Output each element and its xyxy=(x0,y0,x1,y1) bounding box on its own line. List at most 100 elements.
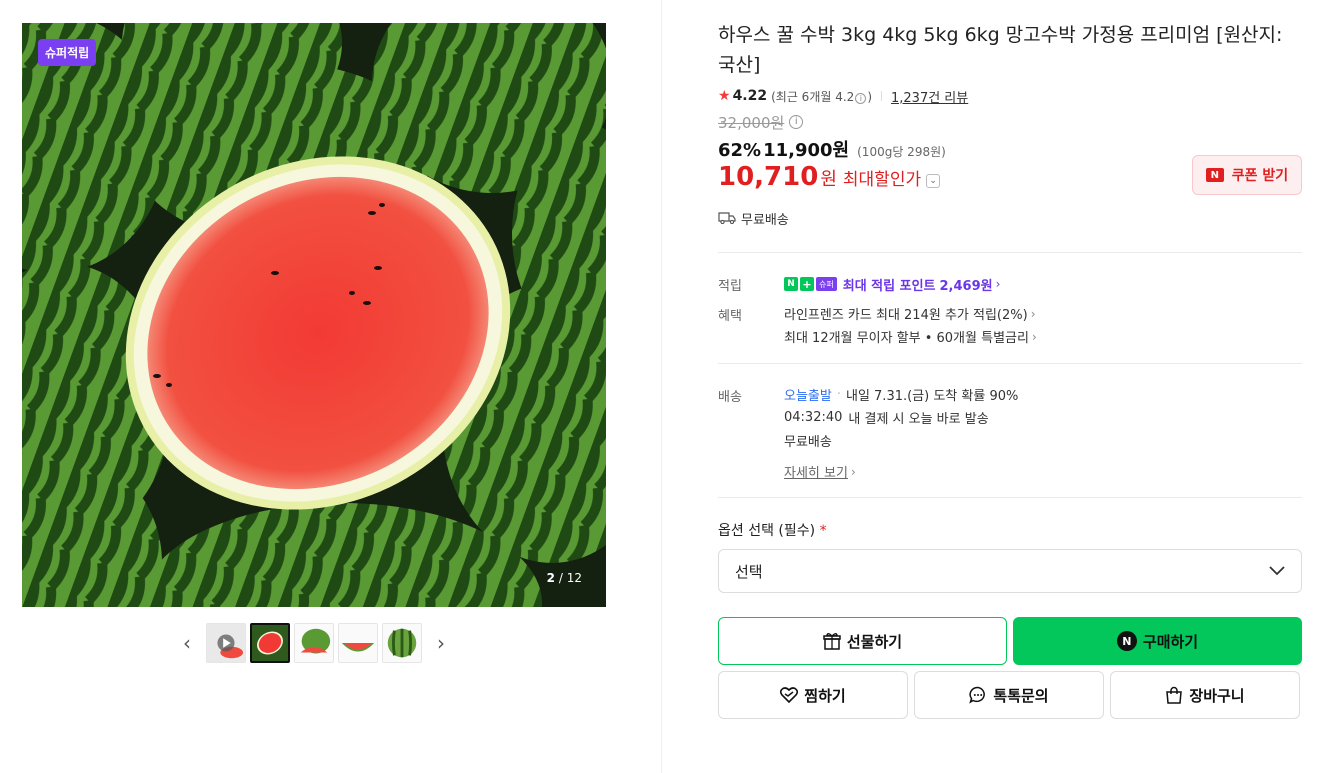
perk-card-points-text: 라인프렌즈 카드 최대 214원 추가 적립(2%) xyxy=(784,308,1028,323)
option-select[interactable]: 선택 xyxy=(718,549,1302,593)
talktalk-button-label: 톡톡문의 xyxy=(993,686,1049,705)
max-discount-label: 최대할인가 xyxy=(842,170,922,190)
naver-plus-badges: N + 슈퍼 xyxy=(784,277,837,291)
thumbnail-prev-button[interactable]: ‹ xyxy=(172,623,202,663)
required-mark: * xyxy=(819,523,827,539)
wishlist-button-label: 찜하기 xyxy=(804,686,846,705)
section-divider xyxy=(718,497,1302,498)
delivery-detail-link[interactable]: 자세히 보기 xyxy=(784,462,848,481)
max-points-link[interactable]: 최대 적립 포인트 xyxy=(843,275,936,294)
shopping-bag-icon xyxy=(1166,686,1183,704)
recent-rating-close: ) xyxy=(867,89,872,104)
countdown-text: 내 결제 시 오늘 바로 발송 xyxy=(848,412,989,427)
star-icon: ★ xyxy=(718,88,731,104)
coupon-button-label: 쿠폰 받기 xyxy=(1231,168,1289,184)
thumbnail-2[interactable] xyxy=(250,623,290,663)
points-section: 적립 N + 슈퍼 최대 적립 포인트 2,469원 › xyxy=(718,275,1302,294)
wishlist-button[interactable]: 찜하기 xyxy=(718,671,908,719)
chevron-down-icon[interactable]: ⌄ xyxy=(926,174,941,188)
delivery-arrival-line: 오늘출발 · 내일 7.31.(금) 도착 확률 90% xyxy=(784,383,1302,406)
perk-installment-text: 최대 12개월 무이자 할부 • 60개월 특별금리 xyxy=(784,331,1029,346)
dot-separator: · xyxy=(836,387,841,402)
chevron-right-icon[interactable]: › xyxy=(996,277,1001,291)
watermelon-image xyxy=(22,23,606,607)
super-points-badge: 슈퍼적립 xyxy=(38,39,97,66)
chevron-right-icon: › xyxy=(850,464,856,479)
shipping-row: 무료배송 xyxy=(718,208,1302,228)
gift-button-label: 선물하기 xyxy=(846,632,903,651)
watermelon-thumbnail-icon xyxy=(252,625,288,661)
delivery-detail-row: 자세히 보기 › xyxy=(784,460,1302,483)
thumbnail-video[interactable] xyxy=(206,623,246,663)
image-counter-total: / 12 xyxy=(558,571,582,585)
coupon-button[interactable]: N 쿠폰 받기 xyxy=(1192,155,1302,195)
section-divider xyxy=(718,252,1302,253)
original-price-row: 32,000원 i xyxy=(718,111,1302,133)
perk-card-points[interactable]: 라인프렌즈 카드 최대 214원 추가 적립(2%) › xyxy=(784,302,1302,325)
watermelon-thumbnail-icon xyxy=(295,624,333,662)
gift-button[interactable]: 선물하기 xyxy=(718,617,1007,665)
naver-n-icon: N xyxy=(1116,631,1137,651)
super-badge: 슈퍼 xyxy=(816,277,837,291)
cart-button-label: 장바구니 xyxy=(1189,686,1245,705)
heart-icon xyxy=(780,687,799,703)
chevron-right-icon: › xyxy=(1030,306,1036,321)
thumbnail-next-button[interactable]: › xyxy=(426,623,456,663)
section-divider xyxy=(718,363,1302,364)
plus-icon: + xyxy=(800,277,814,291)
sale-price: 11,900원 xyxy=(763,140,850,161)
column-divider xyxy=(661,0,662,773)
dispatch-countdown: 04:32:40 xyxy=(784,410,843,425)
shipping-text: 무료배송 xyxy=(741,212,789,228)
thumbnail-4[interactable] xyxy=(338,623,378,663)
watermelon-thumbnail-icon xyxy=(339,624,377,662)
video-thumbnail-icon xyxy=(207,624,245,662)
rating-row: ★ 4.22 (최근 6개월 4.2 i) 1,237건 리뷰 xyxy=(718,85,1302,107)
gift-icon xyxy=(823,633,841,650)
product-title: 하우스 꿀 수박 3kg 4kg 5kg 6kg 망고수박 가정용 프리미엄 [… xyxy=(718,24,1283,76)
buy-button-label: 구매하기 xyxy=(1142,632,1199,651)
thumbnail-5[interactable] xyxy=(382,623,422,663)
discount-percent: 62% xyxy=(718,140,762,161)
option-label: 옵션 선택 (필수) * xyxy=(718,520,1302,540)
recent-rating-text: (최근 6개월 4.2 xyxy=(771,89,855,104)
unit-price: (100g당 298원) xyxy=(857,145,946,159)
buy-button[interactable]: N 구매하기 xyxy=(1013,617,1302,665)
chevron-down-icon xyxy=(1269,566,1285,576)
arrival-estimate: 내일 7.31.(금) 도착 확률 90% xyxy=(845,389,1019,404)
free-shipping-line: 무료배송 xyxy=(784,435,832,450)
perk-installment[interactable]: 최대 12개월 무이자 할부 • 60개월 특별금리 › xyxy=(784,325,1302,348)
main-product-image[interactable]: 슈퍼적립 2 / 12 xyxy=(22,23,606,607)
max-discount-won: 원 xyxy=(820,169,837,190)
recent-rating: (최근 6개월 4.2 i) xyxy=(771,88,872,105)
secondary-actions: 찜하기 톡톡문의 장바구니 xyxy=(718,671,1302,719)
review-count-link[interactable]: 1,237건 리뷰 xyxy=(891,87,968,106)
original-price: 32,000원 xyxy=(718,113,785,132)
perks-section: 혜택 라인프렌즈 카드 최대 214원 추가 적립(2%) › 최대 12개월 … xyxy=(718,302,1302,348)
delivery-section: 배송 오늘출발 · 내일 7.31.(금) 도착 확률 90% 04:32:40… xyxy=(718,383,1302,483)
image-counter: 2 / 12 xyxy=(547,571,582,585)
info-icon[interactable]: i xyxy=(789,115,804,129)
naver-n-icon: N xyxy=(1205,168,1224,182)
chevron-right-icon: › xyxy=(1031,329,1037,344)
info-icon[interactable]: i xyxy=(855,92,867,104)
option-select-value: 선택 xyxy=(735,562,763,581)
product-gallery: 슈퍼적립 2 / 12 ‹ › xyxy=(22,23,606,663)
chat-bubble-icon xyxy=(969,686,986,704)
thumbnail-3[interactable] xyxy=(294,623,334,663)
countdown-line: 04:32:40 내 결제 시 오늘 바로 발송 xyxy=(784,406,1302,429)
today-dispatch-label: 오늘출발 xyxy=(784,389,832,404)
talktalk-button[interactable]: 톡톡문의 xyxy=(914,671,1104,719)
delivery-label: 배송 xyxy=(718,390,742,405)
max-points-value: 2,469원 xyxy=(939,278,993,294)
rating-score: 4.22 xyxy=(732,88,768,104)
points-label: 적립 xyxy=(718,279,742,294)
watermelon-thumbnail-icon xyxy=(383,624,421,662)
cart-button[interactable]: 장바구니 xyxy=(1110,671,1300,719)
thumbnail-strip: ‹ › xyxy=(22,623,606,663)
option-label-text: 옵션 선택 (필수) xyxy=(718,523,816,539)
image-counter-current: 2 xyxy=(546,571,556,585)
naver-n-icon: N xyxy=(784,277,798,291)
rating-divider xyxy=(881,91,882,101)
truck-icon xyxy=(718,212,736,224)
